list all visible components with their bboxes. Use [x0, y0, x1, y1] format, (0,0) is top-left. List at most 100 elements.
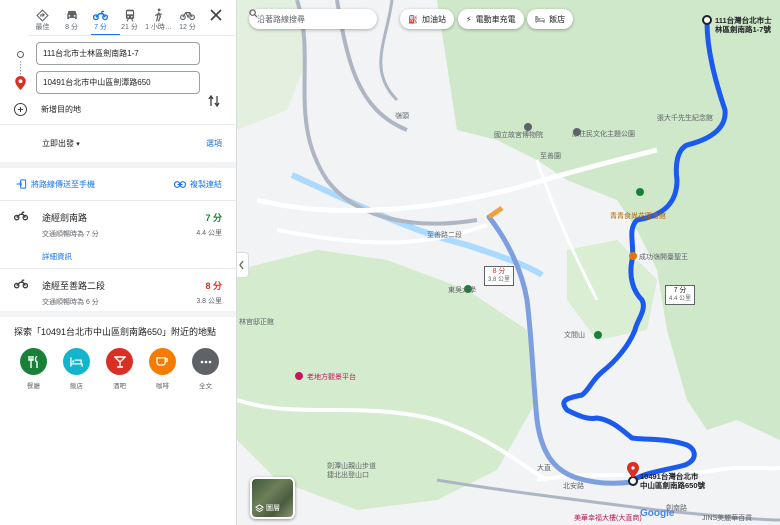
place-jiantan-line: 劍潭山親山步道 — [327, 463, 376, 470]
place-meihua[interactable]: 美華幸福大樓(大直商) — [574, 513, 642, 523]
route-duration: 7 分 — [205, 213, 222, 223]
origin-label: 111台灣台北市士 林區劍南路1-7號 — [715, 16, 772, 34]
route-dots — [20, 61, 22, 75]
route-option-1[interactable]: 途經劍南路 7 分 交通順暢時為 7 分 4.4 公里 詳細資訊 — [0, 201, 236, 268]
depart-row: 立即出發 ▾ 選項 — [0, 125, 236, 162]
add-icon — [14, 103, 27, 116]
route-search-placeholder: 沿著路線搜尋 — [257, 14, 305, 24]
chip-label: 加油站 — [421, 14, 446, 24]
route-search-box[interactable]: 沿著路線搜尋 — [249, 9, 377, 29]
route-distance: 4.4 公里 — [196, 230, 222, 237]
mode-bicycle[interactable]: 12 分 — [173, 8, 202, 32]
place-laodifang[interactable]: 老地方觀景平台 — [307, 372, 356, 382]
coffee-icon — [149, 348, 176, 375]
road-zhishan: 至善路二段 — [427, 232, 462, 239]
motorcycle-icon — [14, 279, 28, 289]
alt-route-distance: 3.8 公里 — [488, 277, 511, 283]
share-row: 將路線傳送至手機 複製連結 — [0, 168, 236, 200]
chip-ev-charging[interactable]: ⚡ 電動車充電 — [458, 9, 524, 29]
place-chenggong[interactable]: 成功嶺開臺聖王 — [639, 252, 688, 262]
place-linguan[interactable]: 林官邸正館 — [239, 317, 274, 327]
nearby-categories: 餐廳 飯店 酒吧 咖啡 全文 — [0, 338, 236, 390]
place-yuanzhumin[interactable]: 原住民文化主題公園 — [572, 129, 635, 139]
app-root: 最佳 8 分 7 分 21 分 1 小時… 12 分 111台北市士林區劍南路1… — [0, 0, 780, 525]
add-destination-button[interactable]: 新增目的地 — [14, 103, 81, 116]
destination-input[interactable]: 10491台北市中山區劍潭路650 — [36, 71, 200, 94]
copy-link-button[interactable]: 複製連結 — [174, 179, 222, 190]
category-restaurant[interactable]: 餐廳 — [18, 348, 49, 390]
restaurant-icon — [20, 348, 47, 375]
chip-label: 飯店 — [549, 14, 566, 24]
place-wenjian[interactable]: 文間山 — [564, 330, 585, 340]
mode-walk-label: 1 小時… — [145, 24, 172, 31]
category-bar[interactable]: 酒吧 — [104, 348, 135, 390]
origin-label-line: 111台灣台北市士 — [715, 16, 772, 25]
road-beian: 北安路 — [563, 483, 584, 490]
place-jiantan-trail[interactable]: 劍潭山親山步道 捷北出登山口 — [327, 462, 376, 480]
main-route-distance: 4.4 公里 — [669, 296, 692, 302]
options-button[interactable]: 選項 — [206, 138, 222, 149]
category-label: 飯店 — [70, 383, 83, 390]
add-destination-label: 新增目的地 — [41, 105, 81, 114]
chevron-left-icon — [239, 260, 244, 270]
main-route-time: 7 分 — [673, 287, 687, 294]
place-zhangdaqian[interactable]: 張大千先生紀念館 — [657, 113, 713, 123]
route-distance: 3.8 公里 — [196, 298, 222, 305]
swap-icon[interactable] — [208, 94, 222, 108]
category-hotel[interactable]: 飯店 — [61, 348, 92, 390]
mode-transit[interactable]: 21 分 — [115, 8, 144, 32]
layers-icon — [255, 504, 264, 513]
chip-gas-station[interactable]: ⛽ 加油站 — [400, 9, 454, 29]
place-qingqing[interactable]: 青青食尚花園會館 — [610, 211, 666, 221]
place-lingtou: 嶺頭 — [395, 113, 409, 120]
close-icon[interactable] — [210, 8, 224, 22]
category-more[interactable]: 全文 — [190, 348, 221, 390]
origin-circle-icon — [17, 51, 24, 58]
main-route-label[interactable]: 7 分 4.4 公里 — [665, 285, 696, 305]
mode-motorcycle[interactable]: 7 分 — [86, 8, 115, 32]
mode-best[interactable]: 最佳 — [28, 8, 57, 32]
walk-icon — [151, 8, 167, 22]
route-traffic: 交通順暢時為 7 分 — [42, 231, 99, 238]
destination-label-line: 10491台灣台北市 — [640, 472, 699, 481]
mode-car[interactable]: 8 分 — [57, 8, 86, 32]
category-label: 咖啡 — [156, 383, 169, 390]
explore-nearby-title: 探索「10491台北市中山區劍南路650」附近的地點 — [14, 327, 217, 337]
motorcycle-icon — [93, 8, 109, 22]
route-option-2[interactable]: 途經至善路二段 8 分 交通順暢時為 6 分 3.8 公里 — [0, 269, 236, 311]
copy-link-label: 複製連結 — [190, 179, 222, 189]
alt-route-label[interactable]: 8 分 3.8 公里 — [484, 266, 515, 286]
place-zhishan[interactable]: 至善園 — [540, 151, 561, 161]
search-icon — [249, 9, 258, 18]
send-to-phone-button[interactable]: 將路線傳送至手機 — [16, 179, 95, 190]
destination-label: 10491台灣台北市 中山區劍南路650號 — [640, 472, 705, 490]
place-jiantan-line: 捷北出登山口 — [327, 472, 369, 479]
place-gugong[interactable]: 國立故宮博物院 — [494, 130, 543, 140]
bicycle-icon — [180, 8, 196, 22]
alt-route-time: 8 分 — [492, 268, 506, 275]
gas-station-icon: ⛽ — [408, 14, 418, 24]
destination-label-line: 中山區劍南路650號 — [640, 481, 706, 490]
mode-motorcycle-label: 7 分 — [94, 24, 107, 31]
place-jins[interactable]: JINS美麗華百貨 — [702, 513, 752, 523]
map-canvas[interactable]: 沿著路線搜尋 ⛽ 加油站 ⚡ 電動車充電 🛏 飯店 111台灣台北市士 林區劍南… — [237, 0, 780, 525]
origin-input[interactable]: 111台北市士林區劍南路1-7 — [36, 42, 200, 65]
motorcycle-icon — [14, 211, 28, 221]
route-details-link[interactable]: 詳細資訊 — [42, 251, 222, 262]
directions-panel: 最佳 8 分 7 分 21 分 1 小時… 12 分 111台北市士林區劍南路1… — [0, 0, 237, 525]
mode-bicycle-label: 12 分 — [179, 24, 196, 31]
send-to-phone-icon — [16, 179, 27, 189]
chip-hotel[interactable]: 🛏 飯店 — [527, 9, 574, 29]
transit-icon — [122, 8, 138, 22]
travel-mode-bar: 最佳 8 分 7 分 21 分 1 小時… 12 分 — [0, 0, 236, 36]
mode-walk[interactable]: 1 小時… — [144, 8, 173, 32]
depart-now-dropdown[interactable]: 立即出發 ▾ — [42, 138, 80, 149]
category-coffee[interactable]: 咖啡 — [147, 348, 178, 390]
collapse-panel-button[interactable] — [237, 252, 249, 278]
mode-transit-label: 21 分 — [121, 24, 138, 31]
map-base — [237, 0, 780, 522]
place-dongwu[interactable]: 東吳大學 — [448, 285, 476, 295]
google-logo: Google — [640, 508, 675, 519]
more-icon — [192, 348, 219, 375]
layers-button[interactable]: 圖層 — [250, 477, 295, 519]
